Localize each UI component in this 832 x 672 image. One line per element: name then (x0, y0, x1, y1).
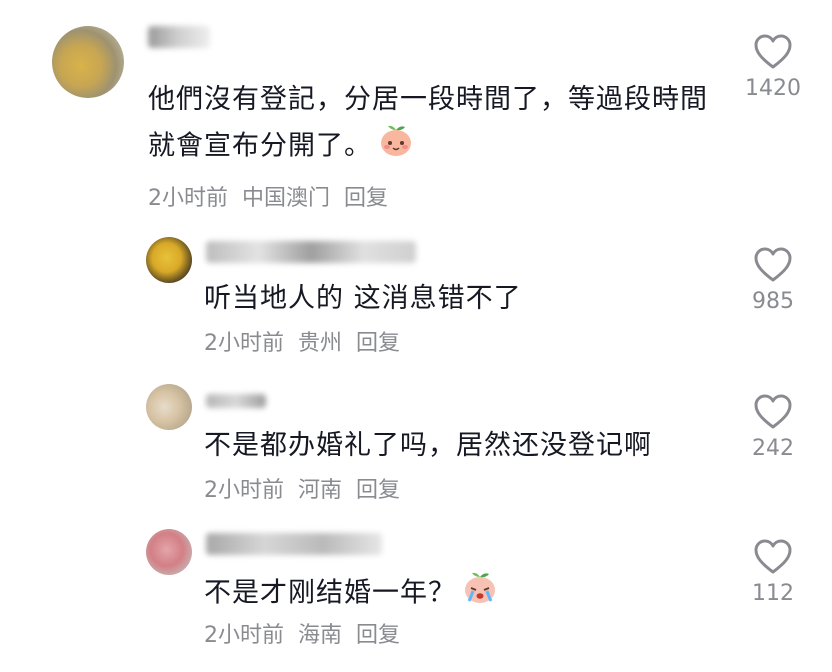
like-button[interactable]: 112 (728, 539, 818, 606)
comment-time: 2小时前 (204, 478, 284, 503)
like-count: 112 (752, 581, 794, 606)
comment-location: 中国澳门 (242, 186, 331, 211)
reply-button[interactable]: 回复 (356, 331, 400, 356)
reply-item: 不是都办婚礼了吗，居然还没登记啊 2小时前 河南 回复 242 (0, 372, 832, 512)
reply-button[interactable]: 回复 (356, 478, 400, 503)
comment-text-content: 不是都办婚礼了吗，居然还没登记啊 (204, 430, 652, 461)
username-blurred[interactable] (206, 533, 382, 555)
comment-meta: 2小时前 中国澳门 回复 (148, 180, 402, 212)
like-count: 1420 (745, 76, 801, 101)
comment-location: 海南 (298, 623, 343, 648)
comment-time: 2小时前 (148, 186, 228, 211)
like-count: 985 (752, 289, 794, 314)
like-count: 242 (752, 436, 794, 461)
comment-time: 2小时前 (204, 331, 284, 356)
reply-button[interactable]: 回复 (344, 186, 388, 211)
reply-item: 不是才刚结婚一年？ 2小时前 海南 回复 112 (0, 517, 832, 667)
avatar[interactable] (52, 26, 124, 98)
comment-text: 听当地人的 这消息错不了 (204, 277, 724, 321)
comment-meta: 2小时前 海南 回复 (204, 617, 414, 649)
heart-outline-icon[interactable] (753, 394, 793, 430)
reply-item: 听当地人的 这消息错不了 2小时前 贵州 回复 985 (0, 225, 832, 365)
comment-meta: 2小时前 河南 回复 (204, 472, 414, 504)
like-button[interactable]: 1420 (728, 34, 818, 101)
heart-outline-icon[interactable] (753, 539, 793, 575)
like-button[interactable]: 985 (728, 247, 818, 314)
comment-text: 他們沒有登記，分居一段時間了，等過段時間就會宣布分開了。 (148, 78, 708, 172)
comment-text-content: 他們沒有登記，分居一段時間了，等過段時間就會宣布分開了。 (148, 84, 708, 162)
heart-outline-icon[interactable] (753, 247, 793, 283)
avatar[interactable] (146, 237, 192, 283)
comment-text: 不是都办婚礼了吗，居然还没登记啊 (204, 424, 724, 468)
comment-text: 不是才刚结婚一年？ (204, 569, 724, 619)
comment-text-content: 不是才刚结婚一年？ (204, 577, 456, 609)
comment-text-content: 听当地人的 这消息错不了 (204, 283, 522, 314)
avatar[interactable] (146, 529, 192, 575)
username-blurred[interactable] (148, 26, 210, 48)
reply-button[interactable]: 回复 (356, 623, 400, 648)
username-blurred[interactable] (206, 241, 416, 263)
comment-meta: 2小时前 贵州 回复 (204, 325, 414, 357)
comment-location: 贵州 (298, 331, 343, 356)
crying-face-emoji-icon (462, 569, 498, 619)
comment-item: 他們沒有登記，分居一段時間了，等過段時間就會宣布分開了。 2小时前 中国澳门 回复 … (0, 0, 832, 215)
heart-outline-icon[interactable] (753, 34, 793, 70)
peach-face-emoji-icon (378, 122, 414, 172)
username-blurred[interactable] (206, 394, 266, 408)
comment-location: 河南 (298, 478, 343, 503)
like-button[interactable]: 242 (728, 394, 818, 461)
comment-time: 2小时前 (204, 623, 284, 648)
avatar[interactable] (146, 384, 192, 430)
